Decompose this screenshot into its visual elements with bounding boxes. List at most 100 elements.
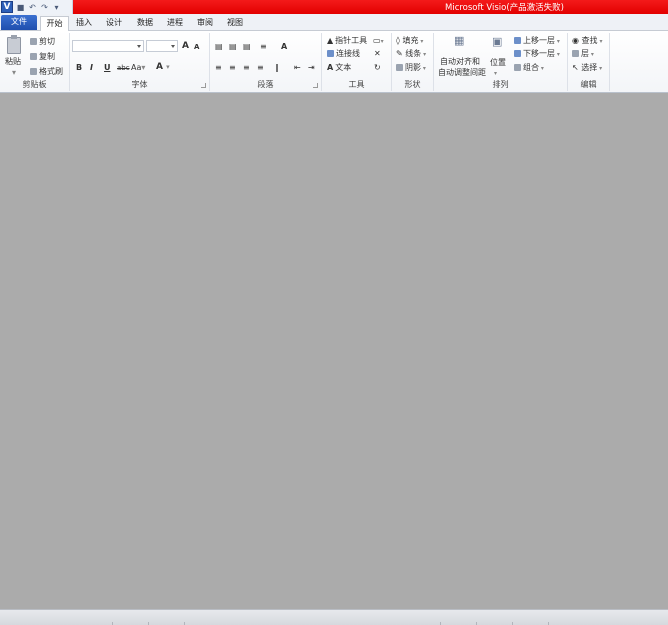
- customize-icon[interactable]: ▾: [52, 2, 61, 12]
- group-label-paragraph: 段落: [257, 80, 274, 89]
- paste-dropdown-icon[interactable]: ▾: [12, 68, 16, 78]
- align-middle-icon[interactable]: ▤: [229, 42, 237, 52]
- group-paragraph: ▤ ▤ ▤ ≡ A ≡ ≡ ≡ ≡ ‖ ⇤ ⇥ 段落: [210, 33, 322, 91]
- chevron-down-icon: ▾: [555, 38, 560, 45]
- underline-button[interactable]: U: [104, 63, 111, 73]
- chevron-down-icon[interactable]: ▾: [494, 69, 497, 79]
- justify-icon[interactable]: ≡: [257, 63, 264, 73]
- find-button[interactable]: ◉ 查找 ▾: [572, 36, 602, 47]
- font-color-button[interactable]: A ▾: [156, 62, 170, 72]
- bullets-icon[interactable]: ≡: [260, 42, 267, 52]
- send-backward-button[interactable]: 下移一层 ▾: [514, 49, 560, 60]
- cut-button[interactable]: 剪切: [30, 37, 55, 47]
- paste-button[interactable]: 粘贴: [5, 57, 21, 67]
- group-shape: ◊ 填充 ▾ ✎ 线条 ▾ 阴影 ▾ 形状: [392, 33, 434, 91]
- auto-align-button-line1[interactable]: 自动对齐和: [440, 57, 480, 67]
- group-label-editing: 编辑: [580, 80, 597, 89]
- connector-button[interactable]: 连接线: [327, 49, 360, 59]
- rectangle-tool-icon[interactable]: ▭▾: [373, 36, 384, 47]
- tab-file[interactable]: 文件: [1, 15, 37, 30]
- layers-button[interactable]: 层 ▾: [572, 49, 594, 60]
- group-label-tools: 工具: [348, 80, 365, 89]
- chevron-down-icon: ▾: [166, 63, 170, 71]
- shrink-font-button[interactable]: A: [194, 42, 199, 52]
- group-label-clipboard: 剪贴板: [22, 80, 47, 89]
- visio-app-icon[interactable]: V: [1, 1, 13, 13]
- strikethrough-button[interactable]: abc: [117, 63, 130, 73]
- italic-button[interactable]: I: [90, 63, 93, 73]
- text-direction-icon[interactable]: A: [281, 42, 287, 52]
- font-name-combo[interactable]: [72, 40, 144, 52]
- group-arrange: ▦ 自动对齐和 自动调整间距 ▣ 位置 ▾ 上移一层 ▾ 下移一层 ▾ 组合 ▾…: [434, 33, 568, 91]
- pencil-icon: ✎: [396, 49, 403, 58]
- group-button[interactable]: 组合 ▾: [514, 63, 544, 74]
- select-button[interactable]: ↖ 选择 ▾: [572, 63, 602, 74]
- line-button[interactable]: ✎ 线条 ▾: [396, 49, 426, 60]
- align-top-icon[interactable]: ▤: [215, 42, 223, 52]
- tab-review[interactable]: 审阅: [194, 16, 216, 31]
- tab-design[interactable]: 设计: [103, 16, 125, 31]
- bring-forward-button[interactable]: 上移一层 ▾: [514, 36, 560, 47]
- chevron-down-icon: ▾: [555, 51, 560, 58]
- drawing-workspace[interactable]: [0, 93, 668, 609]
- binoculars-icon: ◉: [572, 36, 579, 45]
- copy-button[interactable]: 复制: [30, 52, 55, 62]
- connector-icon: [327, 50, 334, 57]
- bold-button[interactable]: B: [76, 63, 82, 73]
- align-center-icon[interactable]: ≡: [229, 63, 236, 73]
- chevron-down-icon: ▾: [539, 65, 544, 72]
- tab-home[interactable]: 开始: [40, 16, 69, 31]
- chevron-down-icon: ▾: [418, 38, 424, 45]
- chevron-down-icon: ▾: [380, 38, 384, 45]
- align-right-icon[interactable]: ≡: [243, 63, 250, 73]
- scissors-icon: [30, 38, 37, 45]
- shadow-button[interactable]: 阴影 ▾: [396, 63, 426, 74]
- close-icon[interactable]: ✕: [374, 49, 381, 59]
- paint-bucket-icon: ◊: [396, 36, 400, 45]
- undo-icon[interactable]: ↶: [28, 2, 37, 12]
- tab-view[interactable]: 视图: [224, 16, 246, 31]
- distribute-icon[interactable]: ‖: [275, 63, 279, 73]
- redo-icon[interactable]: ↷: [40, 2, 49, 12]
- chevron-down-icon: ▾: [421, 65, 426, 72]
- pointer-icon: ↖: [572, 63, 579, 72]
- chevron-down-icon: ▾: [589, 51, 594, 58]
- format-painter-button[interactable]: 格式刷: [30, 67, 63, 77]
- copy-icon: [30, 53, 37, 60]
- ribbon: 粘贴 ▾ 剪切 复制 格式刷 剪贴板 A A B I U abc Aa▾ A ▾…: [0, 31, 668, 93]
- group-label-arrange: 排列: [492, 80, 509, 89]
- group-editing: ◉ 查找 ▾ 层 ▾ ↖ 选择 ▾ 编辑: [568, 33, 610, 91]
- paste-icon[interactable]: [7, 35, 21, 54]
- title-bar: V ■ ↶ ↷ ▾ Microsoft Visio(产品激活失败): [0, 0, 668, 14]
- brush-icon: [30, 68, 37, 75]
- increase-indent-icon[interactable]: ⇥: [308, 63, 315, 73]
- window-title: Microsoft Visio(产品激活失败): [445, 3, 564, 13]
- align-bottom-icon[interactable]: ▤: [243, 42, 251, 52]
- grow-font-button[interactable]: A: [182, 41, 189, 51]
- group-font: A A B I U abc Aa▾ A ▾ 字体: [70, 33, 210, 91]
- fill-button[interactable]: ◊ 填充 ▾: [396, 36, 423, 47]
- font-size-combo[interactable]: [146, 40, 178, 52]
- auto-align-button-line2[interactable]: 自动调整间距: [438, 68, 486, 78]
- pointer-tool-button[interactable]: ▲ 指针工具: [327, 36, 367, 46]
- text-tool-button[interactable]: A 文本: [327, 63, 351, 73]
- save-icon[interactable]: ■: [16, 2, 25, 12]
- tab-data[interactable]: 数据: [134, 16, 156, 31]
- change-case-button[interactable]: Aa▾: [131, 63, 145, 73]
- group-clipboard: 粘贴 ▾ 剪切 复制 格式刷 剪贴板: [0, 33, 70, 91]
- position-button[interactable]: 位置: [490, 58, 506, 68]
- text-tool-icon: A: [327, 63, 334, 72]
- group-label-font: 字体: [131, 80, 148, 89]
- status-bar: [0, 609, 668, 625]
- group-icon: [514, 64, 521, 71]
- decrease-indent-icon[interactable]: ⇤: [294, 63, 301, 73]
- rotate-icon[interactable]: ↻: [374, 63, 381, 73]
- send-backward-icon: [514, 50, 521, 57]
- auto-align-icon: ▦: [454, 34, 465, 47]
- chevron-down-icon: ▾: [421, 51, 427, 58]
- layers-icon: [572, 50, 579, 57]
- align-left-icon[interactable]: ≡: [215, 63, 222, 73]
- tab-insert[interactable]: 插入: [73, 16, 95, 31]
- bring-forward-icon: [514, 37, 521, 44]
- tab-process[interactable]: 进程: [164, 16, 186, 31]
